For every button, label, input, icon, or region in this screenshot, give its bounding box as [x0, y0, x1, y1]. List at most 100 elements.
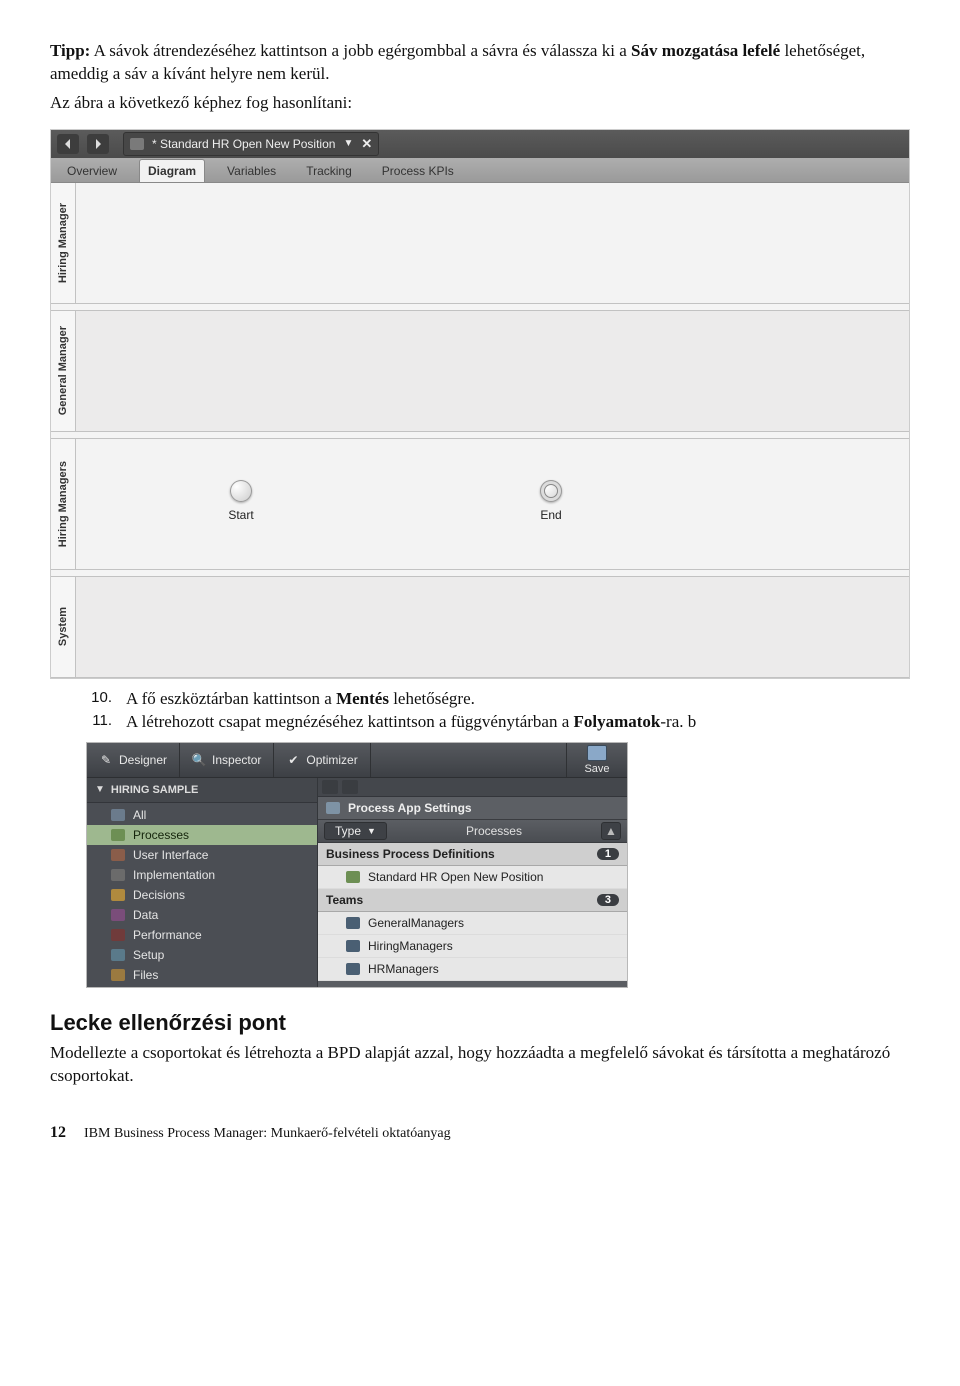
- save-button[interactable]: Save: [566, 743, 627, 777]
- editor-toolbar: * Standard HR Open New Position ▼ ✕: [51, 130, 909, 158]
- save-label: Save: [584, 763, 609, 775]
- content-nav: [318, 778, 627, 797]
- tab-process-kpis[interactable]: Process KPIs: [374, 160, 462, 182]
- end-node[interactable]: End: [506, 480, 596, 522]
- editor-tab-title: * Standard HR Open New Position: [152, 137, 335, 151]
- search-icon: 🔍: [192, 753, 206, 767]
- lane-system[interactable]: System: [51, 576, 909, 678]
- intro-line: Az ábra a következő képhez fog hasonlíta…: [50, 92, 910, 115]
- library-item-label: Data: [133, 908, 158, 922]
- library-item-label: Performance: [133, 928, 202, 942]
- footer-title: IBM Business Process Manager: Munkaerő-f…: [84, 1126, 451, 1142]
- library-item-label: Decisions: [133, 888, 185, 902]
- designer-label: Designer: [119, 753, 167, 767]
- library-header[interactable]: ▼ HIRING SAMPLE: [87, 778, 317, 803]
- top-toolbar: ✎ Designer 🔍 Inspector ✔ Optimizer Save: [87, 743, 627, 778]
- step-number: 10.: [86, 689, 112, 709]
- editor-tab[interactable]: * Standard HR Open New Position ▼ ✕: [123, 132, 379, 156]
- group-item[interactable]: HiringManagers: [318, 935, 627, 958]
- group-item[interactable]: HRManagers: [318, 958, 627, 981]
- tip-paragraph: Tipp: A sávok átrendezéséhez kattintson …: [50, 40, 910, 86]
- optimizer-label: Optimizer: [306, 753, 357, 767]
- library-item[interactable]: User Interface: [87, 845, 317, 865]
- end-label: End: [506, 508, 596, 522]
- nav-forward-button[interactable]: [342, 780, 358, 794]
- designer-button[interactable]: ✎ Designer: [87, 743, 180, 777]
- tab-overview[interactable]: Overview: [59, 160, 125, 182]
- library-item[interactable]: Processes: [87, 825, 317, 845]
- chevron-down-icon[interactable]: ▼: [343, 138, 353, 149]
- tab-tracking[interactable]: Tracking: [298, 160, 360, 182]
- chevron-down-icon: ▼: [367, 826, 376, 836]
- library-item[interactable]: Files: [87, 965, 317, 985]
- item-label: HiringManagers: [368, 939, 453, 953]
- lane-general-manager[interactable]: General Manager: [51, 310, 909, 432]
- lane-hiring-manager[interactable]: Hiring Manager: [51, 183, 909, 304]
- section-body: Modellezte a csoportokat és létrehozta a…: [50, 1042, 910, 1088]
- lane-label: System: [57, 607, 69, 646]
- close-icon[interactable]: ✕: [361, 136, 372, 152]
- settings-title: Process App Settings: [348, 801, 472, 815]
- category-icon: [111, 929, 125, 941]
- group-header[interactable]: Teams3: [318, 889, 627, 912]
- nav-back-button[interactable]: [322, 780, 338, 794]
- end-event-icon: [540, 480, 562, 502]
- type-filter-bar: Type ▼ Processes ▲: [318, 820, 627, 843]
- library-item[interactable]: Decisions: [87, 885, 317, 905]
- optimizer-button[interactable]: ✔ Optimizer: [274, 743, 370, 777]
- collapse-button[interactable]: ▲: [601, 822, 621, 840]
- settings-icon: [326, 802, 340, 814]
- type-dropdown[interactable]: Type ▼: [324, 822, 387, 840]
- type-value: Processes: [387, 824, 601, 838]
- library-item[interactable]: All: [87, 805, 317, 825]
- tab-diagram[interactable]: Diagram: [139, 159, 205, 182]
- lane-label: Hiring Managers: [57, 461, 69, 547]
- section-heading: Lecke ellenőrzési pont: [50, 1010, 910, 1036]
- group-title: Business Process Definitions: [326, 847, 495, 861]
- step-11: 11. A létrehozott csapat megnézéséhez ka…: [86, 712, 910, 732]
- editor-subtabs: Overview Diagram Variables Tracking Proc…: [51, 158, 909, 183]
- page-number: 12: [50, 1124, 66, 1142]
- designer-icon: ✎: [99, 753, 113, 767]
- inspector-button[interactable]: 🔍 Inspector: [180, 743, 274, 777]
- tip-text-1: A sávok átrendezéséhez kattintson a jobb…: [94, 41, 631, 60]
- library-item-label: Files: [133, 968, 158, 982]
- lane-label: General Manager: [57, 326, 69, 415]
- nav-back-button[interactable]: [57, 134, 79, 154]
- start-label: Start: [196, 508, 286, 522]
- type-label: Type: [335, 824, 361, 838]
- library-screenshot: ✎ Designer 🔍 Inspector ✔ Optimizer Save …: [86, 742, 628, 988]
- group-item[interactable]: Standard HR Open New Position: [318, 866, 627, 889]
- step-10: 10. A fő eszköztárban kattintson a Menté…: [86, 689, 910, 709]
- category-icon: [111, 969, 125, 981]
- library-item-label: User Interface: [133, 848, 208, 862]
- swimlanes: Hiring Manager General Manager Hiring Ma…: [51, 183, 909, 678]
- lane-label: Hiring Manager: [57, 203, 69, 283]
- tab-variables[interactable]: Variables: [219, 160, 284, 182]
- save-icon: [587, 745, 607, 761]
- category-icon: [111, 889, 125, 901]
- library-title: HIRING SAMPLE: [111, 784, 198, 796]
- category-icon: [111, 949, 125, 961]
- library-panel: ▼ HIRING SAMPLE All Processes User Interfa…: [87, 778, 317, 987]
- library-item-label: All: [133, 808, 146, 822]
- start-node[interactable]: Start: [196, 480, 286, 522]
- category-icon: [111, 909, 125, 921]
- count-badge: 3: [597, 894, 619, 906]
- item-icon: [346, 963, 360, 975]
- lane-hiring-managers[interactable]: Hiring Managers Start End: [51, 438, 909, 570]
- item-label: HRManagers: [368, 962, 439, 976]
- item-icon: [346, 871, 360, 883]
- library-item-label: Processes: [133, 828, 189, 842]
- library-item[interactable]: Performance: [87, 925, 317, 945]
- optimizer-icon: ✔: [286, 753, 300, 767]
- group-item[interactable]: GeneralManagers: [318, 912, 627, 935]
- item-icon: [346, 940, 360, 952]
- library-item[interactable]: Implementation: [87, 865, 317, 885]
- nav-forward-button[interactable]: [87, 134, 109, 154]
- process-app-settings[interactable]: Process App Settings: [318, 797, 627, 820]
- library-item[interactable]: Setup: [87, 945, 317, 965]
- group-header[interactable]: Business Process Definitions 1: [318, 843, 627, 866]
- count-badge: 1: [597, 848, 619, 860]
- library-item[interactable]: Data: [87, 905, 317, 925]
